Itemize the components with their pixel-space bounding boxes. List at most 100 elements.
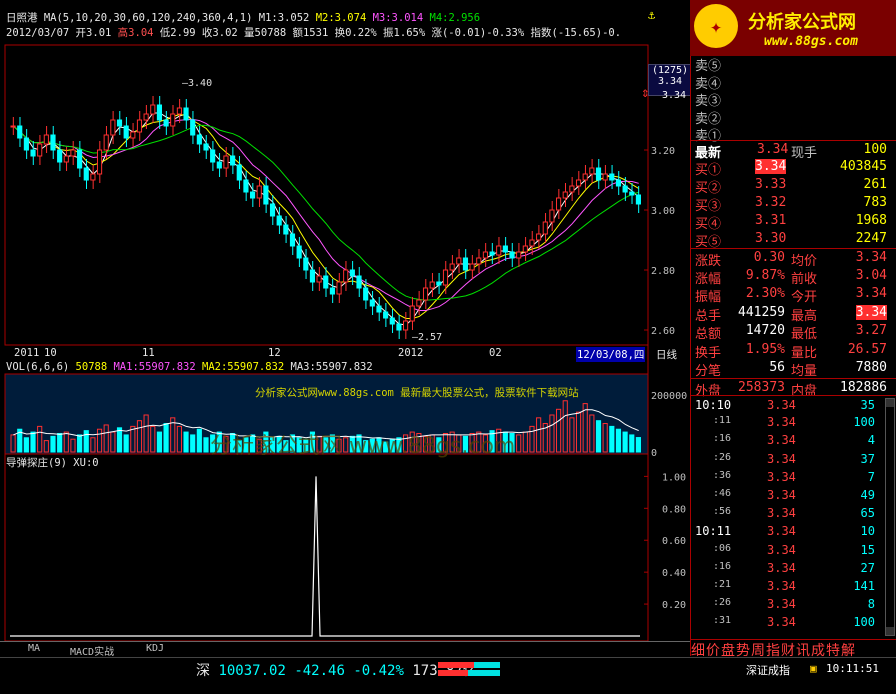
tick-row: :16 3.34 4 [691, 431, 896, 449]
tick-price: 3.34 [767, 542, 796, 557]
index-pct: -0.42% [353, 663, 404, 679]
candle-body [17, 125, 23, 139]
stat-row: 涨跌 0.30 均价 3.34 [691, 248, 896, 269]
stat-row: 分笔 56 均量 7880 [691, 359, 896, 379]
anchor-icon[interactable]: ⚓ [648, 8, 655, 22]
buy-volume: 1968 [855, 213, 887, 228]
chart-area[interactable]: 3.20 3.00 2.80 2.60 —3.40 —2.57 200000 0 1.00 0… [0, 0, 692, 656]
candle-body [110, 119, 116, 136]
indicator-tabs[interactable]: MA MACD实战 KDJ [0, 641, 690, 658]
candle-body [496, 245, 502, 256]
candle-body [163, 119, 169, 127]
panel-tabs[interactable]: 细价盘势周指财讯成特解 [691, 639, 896, 659]
logo: ✦ 分析家公式网 www.88gs.com [690, 0, 896, 56]
candle-body [30, 149, 36, 157]
tick-volume: 100 [853, 615, 875, 630]
tick-row: :06 3.34 15 [691, 541, 896, 559]
candle-body [562, 191, 568, 199]
lock-icon[interactable]: ▣ [810, 662, 817, 675]
candle-body [356, 275, 362, 289]
ind-axis-tick: 0.80 [662, 504, 686, 515]
candle-body [595, 167, 602, 181]
stat-row: 外盘 258373 内盘 182886 [691, 377, 896, 399]
candle-body [216, 161, 222, 169]
vol-ma2: MA2:55907.832 [202, 361, 285, 373]
m1-value: M1:3.052 [258, 12, 310, 24]
stat-value: 0.30 [753, 250, 785, 265]
tick-time: :31 [713, 615, 732, 627]
tick-row: :26 3.34 8 [691, 595, 896, 613]
index-quote[interactable]: 深 10037.02 -42.46 -0.42% 173.87亿 [196, 660, 477, 680]
buy-price: 3.31 [755, 213, 787, 228]
candle-body [276, 215, 282, 226]
candle-body [383, 311, 389, 319]
candle-body [303, 257, 309, 271]
tick-scrollbar[interactable] [885, 398, 895, 636]
logo-url: www.88gs.com [764, 34, 858, 49]
header-row-1: 日照港 MA(5,10,20,30,60,120,240,360,4,1) M1… [6, 10, 480, 25]
tick-volume: 100 [853, 415, 875, 430]
m3-value: M3:3.014 [372, 12, 424, 24]
chart-svg[interactable]: 3.20 3.00 2.80 2.60 —3.40 —2.57 200000 0 1.00 0… [0, 0, 690, 656]
tick-row: :11 3.34 100 [691, 413, 896, 431]
candle-body [569, 185, 575, 193]
volume-bar [30, 431, 36, 453]
volume-header: VOL(6,6,6) 50788 MA1:55907.832 MA2:55907… [6, 361, 373, 373]
candle-body [403, 320, 409, 331]
ticker-label[interactable]: 深证成指 [746, 662, 790, 678]
tick-price: 3.34 [767, 597, 796, 612]
scroll-down-icon[interactable] [886, 627, 894, 635]
tick-volume: 7 [867, 469, 875, 484]
stat-label: 分笔 [695, 364, 722, 379]
x-label: 10 [44, 347, 57, 359]
scroll-up-icon[interactable] [886, 399, 894, 407]
candle-body [336, 281, 342, 295]
tab-kdj[interactable]: KDJ [146, 643, 164, 654]
candle-body [70, 149, 76, 157]
status-bar: 深 10037.02 -42.46 -0.42% 173.87亿 深证成指 10… [0, 657, 896, 694]
header-row-2: 2012/03/07 开3.01 高3.04 低2.99 收3.02 量5078… [6, 25, 621, 40]
price-tag-count: (1275) [651, 65, 689, 76]
tick-volume: 8 [867, 597, 875, 612]
latest-price: 3.34 [757, 142, 789, 157]
stat-row: 总手 441259 最高 3.34 [691, 304, 896, 324]
price-tag-right: 3.34 [662, 90, 687, 101]
period-label[interactable]: 日线 [656, 347, 677, 362]
bar-amount: 额1531 [292, 27, 329, 39]
bar-close: 收3.02 [201, 27, 238, 39]
candle-body [629, 191, 635, 196]
tab-macd[interactable]: MACD实战 [70, 643, 114, 658]
candle-body [502, 245, 508, 253]
vol-title: VOL(6,6,6) [6, 361, 70, 373]
stock-name: 日照港 [6, 12, 38, 24]
candle-body [589, 167, 595, 175]
buy-level-row: 买② 3.33 261 [691, 176, 896, 196]
tick-price: 3.34 [767, 579, 796, 593]
stat-label: 涨幅 [695, 271, 722, 287]
tab-ma[interactable]: MA [28, 643, 40, 654]
sell-level-row: 卖⑤ [691, 54, 896, 74]
m4-value: M4:2.956 [429, 12, 481, 24]
candle-body [316, 275, 322, 283]
tick-time: :26 [713, 451, 732, 463]
tick-price: 3.34 [767, 433, 796, 448]
quote-panel: 卖⑤ 卖④ 卖③ 卖② 卖① 最新 3.34 现手 100 买① 3.34 403845 买②… [690, 54, 896, 659]
tick-time: :16 [713, 433, 732, 445]
x-label: 11 [142, 347, 155, 359]
stat-value: 7880 [855, 360, 887, 375]
up-down-arrow-icon[interactable]: ⇕ [641, 85, 649, 101]
vol-ma1: MA1:55907.832 [113, 361, 196, 373]
stat-value: 3.34 [855, 286, 887, 301]
buy-volume: 261 [863, 177, 887, 192]
logo-emblem-icon: ✦ [694, 4, 738, 48]
volume-bar [196, 428, 202, 453]
vol-value: 50788 [75, 361, 108, 373]
tick-price: 3.34 [767, 560, 796, 575]
x-label: 02 [489, 347, 502, 359]
candle-body [482, 251, 488, 259]
candle-body [609, 173, 615, 181]
latest-row: 最新 3.34 现手 100 [691, 140, 896, 161]
candle-body [256, 185, 262, 199]
watermark-text: 分析家公式网www.88gs.com 最新最大股票公式，股票软件下载网站 [255, 387, 579, 399]
tick-row: 10:11 3.34 10 [691, 522, 896, 540]
